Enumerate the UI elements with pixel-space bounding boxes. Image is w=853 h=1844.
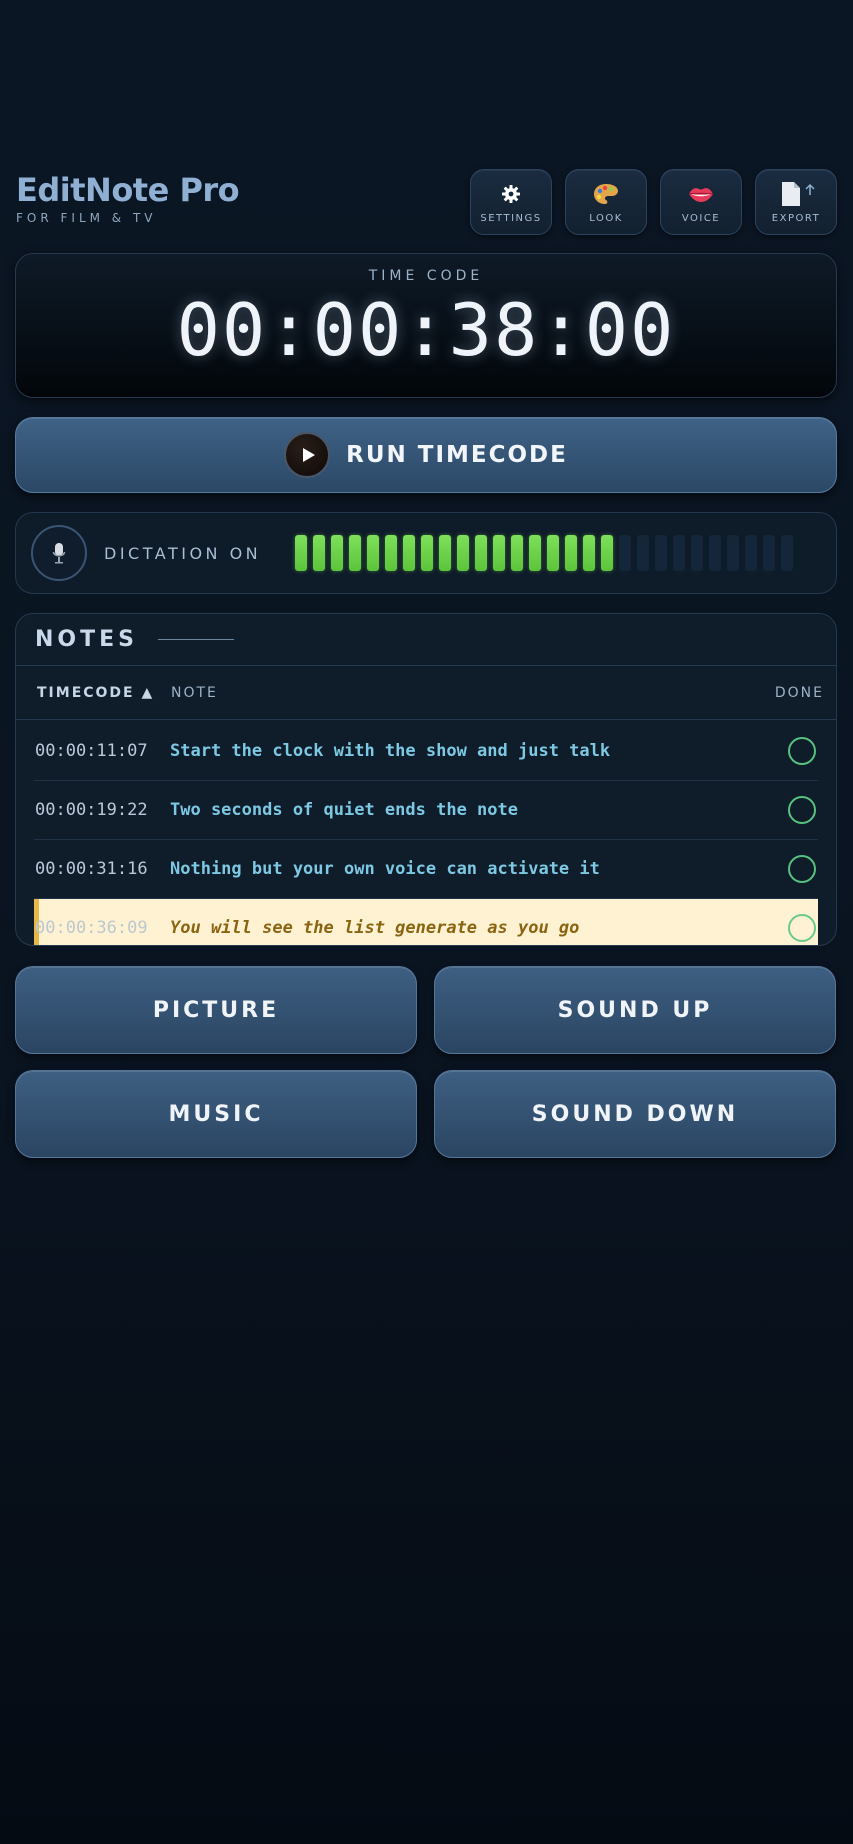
note-row[interactable]: 00:00:11:07 Start the clock with the sho…: [34, 722, 818, 781]
meter-segment-on: [313, 535, 325, 571]
timecode-display: TIME CODE 00:00:38:00: [15, 253, 837, 398]
column-done: DONE: [774, 684, 824, 701]
look-button[interactable]: LOOK: [565, 169, 647, 235]
notes-title-rule: [158, 639, 234, 640]
app-title: EditNote Pro: [16, 171, 240, 209]
play-icon: [284, 432, 331, 478]
sound-down-button[interactable]: SOUND DOWN: [434, 1070, 836, 1158]
voice-label: VOICE: [681, 212, 721, 224]
meter-segment-on: [493, 535, 505, 571]
toolbar: SETTINGS LOOK VOICE EXPORT: [470, 169, 837, 235]
meter-segment-off: [619, 535, 631, 571]
meter-segment-off: [691, 535, 703, 571]
meter-segment-off: [745, 535, 757, 571]
dictation-panel: DICTATION ON: [15, 512, 837, 594]
meter-segment-on: [421, 535, 433, 571]
microphone-button[interactable]: [31, 525, 87, 581]
note-text: Start the clock with the show and just t…: [170, 741, 611, 761]
note-timecode: 00:00:36:09: [35, 918, 148, 938]
settings-label: SETTINGS: [480, 212, 542, 224]
meter-segment-on: [529, 535, 541, 571]
gear-icon: [501, 181, 521, 207]
meter-segment-on: [583, 535, 595, 571]
music-label: MUSIC: [168, 1101, 264, 1127]
meter-segment-on: [385, 535, 397, 571]
note-timecode: 00:00:19:22: [35, 800, 148, 820]
picture-button[interactable]: PICTURE: [15, 966, 417, 1054]
dictation-status: DICTATION ON: [104, 543, 262, 563]
lips-icon: [688, 181, 714, 207]
done-checkbox[interactable]: [788, 855, 816, 883]
note-row-active[interactable]: 00:00:36:09 You will see the list genera…: [34, 899, 818, 945]
music-button[interactable]: MUSIC: [15, 1070, 417, 1158]
meter-segment-off: [727, 535, 739, 571]
notes-column-headers: TIMECODE ▲ NOTE DONE: [16, 666, 836, 720]
header: EditNote Pro FOR FILM & TV SETTINGS LOOK…: [15, 168, 837, 236]
notes-list: 00:00:11:07 Start the clock with the sho…: [34, 722, 818, 945]
note-row[interactable]: 00:00:31:16 Nothing but your own voice c…: [34, 840, 818, 899]
app-root: EditNote Pro FOR FILM & TV SETTINGS LOOK…: [15, 168, 837, 1158]
meter-segment-on: [601, 535, 613, 571]
meter-segment-off: [763, 535, 775, 571]
timecode-label: TIME CODE: [368, 268, 484, 284]
note-text: Two seconds of quiet ends the note: [170, 800, 518, 820]
meter-segment-off: [709, 535, 721, 571]
note-text: Nothing but your own voice can activate …: [170, 859, 600, 879]
meter-segment-on: [475, 535, 487, 571]
sound-up-label: SOUND UP: [557, 997, 713, 1023]
note-text: You will see the list generate as you go: [170, 918, 580, 938]
picture-label: PICTURE: [152, 997, 280, 1023]
meter-segment-on: [349, 535, 361, 571]
meter-segment-on: [439, 535, 451, 571]
meter-segment-on: [565, 535, 577, 571]
done-checkbox[interactable]: [788, 914, 816, 942]
category-buttons: PICTURE SOUND UP MUSIC SOUND DOWN: [15, 966, 837, 1158]
meter-segment-on: [403, 535, 415, 571]
sound-down-label: SOUND DOWN: [531, 1101, 739, 1127]
column-timecode-sort[interactable]: TIMECODE ▲: [37, 685, 154, 701]
notes-title: NOTES: [35, 627, 138, 652]
document-export-icon: [776, 181, 816, 207]
meter-segment-on: [331, 535, 343, 571]
sound-up-button[interactable]: SOUND UP: [434, 966, 836, 1054]
meter-segment-on: [457, 535, 469, 571]
run-timecode-label: RUN TIMECODE: [346, 442, 568, 468]
meter-segment-off: [637, 535, 649, 571]
meter-segment-off: [781, 535, 793, 571]
voice-button[interactable]: VOICE: [660, 169, 742, 235]
settings-button[interactable]: SETTINGS: [470, 169, 552, 235]
note-row[interactable]: 00:00:19:22 Two seconds of quiet ends th…: [34, 781, 818, 840]
export-label: EXPORT: [771, 212, 821, 224]
meter-segment-on: [511, 535, 523, 571]
look-label: LOOK: [589, 212, 623, 224]
notes-panel: NOTES TIMECODE ▲ NOTE DONE 00:00:11:07 S…: [15, 613, 837, 946]
done-checkbox[interactable]: [788, 796, 816, 824]
audio-level-meter: [295, 535, 793, 571]
meter-segment-on: [547, 535, 559, 571]
palette-icon: [593, 181, 619, 207]
microphone-icon: [52, 543, 66, 564]
export-button[interactable]: EXPORT: [755, 169, 837, 235]
meter-segment-on: [295, 535, 307, 571]
column-note: NOTE: [171, 684, 218, 701]
run-timecode-button[interactable]: RUN TIMECODE: [15, 417, 837, 493]
meter-segment-on: [367, 535, 379, 571]
meter-segment-off: [655, 535, 667, 571]
notes-header: NOTES: [16, 614, 836, 666]
brand: EditNote Pro FOR FILM & TV: [16, 171, 240, 225]
meter-segment-off: [673, 535, 685, 571]
done-checkbox[interactable]: [788, 737, 816, 765]
timecode-value: 00:00:38:00: [176, 288, 676, 372]
note-timecode: 00:00:31:16: [35, 859, 148, 879]
note-timecode: 00:00:11:07: [35, 741, 148, 761]
app-subtitle: FOR FILM & TV: [16, 211, 157, 225]
